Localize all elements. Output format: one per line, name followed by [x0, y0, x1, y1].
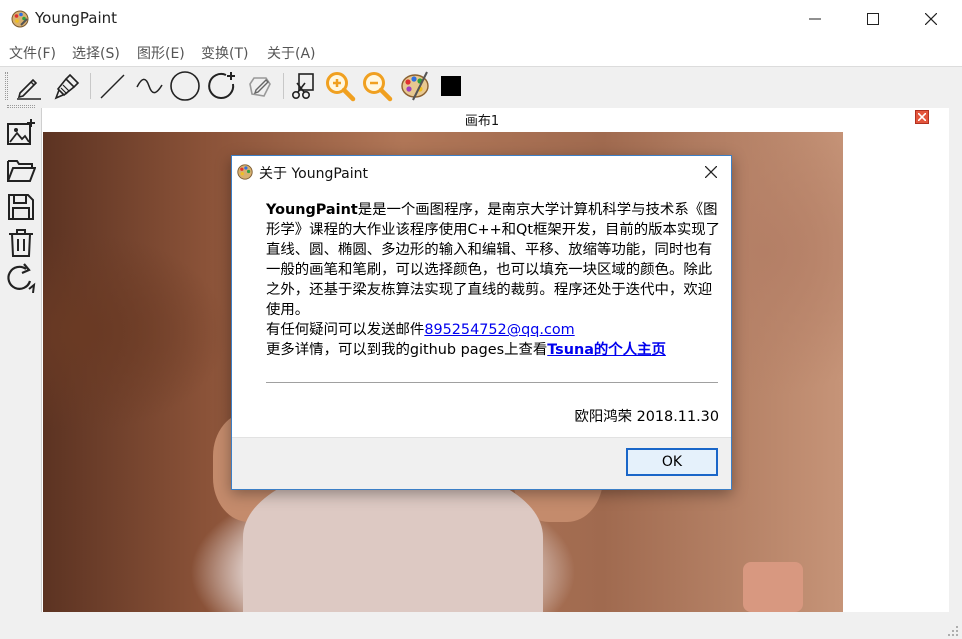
close-icon [918, 113, 926, 121]
title-bar: YoungPaint [0, 0, 962, 38]
open-file-button[interactable] [4, 153, 38, 187]
toolbar-separator [90, 73, 91, 99]
window-title: YoungPaint [35, 9, 118, 27]
description-text: 是是一个画图程序，是南京大学计算机科学与技术系《图形学》课程的大作业该程序使用C… [266, 202, 721, 318]
contact-prefix: 有任何疑问可以发送邮件 [266, 322, 425, 338]
toolbar-grip[interactable] [5, 72, 8, 100]
dialog-divider [266, 382, 718, 383]
line-tool-button[interactable] [95, 69, 129, 103]
palette-button[interactable] [398, 69, 432, 103]
menu-select[interactable]: 选择(S) [72, 43, 120, 63]
save-button[interactable] [4, 190, 38, 224]
menu-shape[interactable]: 图形(E) [137, 43, 185, 63]
menu-transform[interactable]: 变换(T) [201, 43, 248, 63]
save-icon [8, 194, 34, 220]
menu-about[interactable]: 关于(A) [267, 43, 316, 63]
app-name: YoungPaint [266, 202, 358, 218]
palette-icon [401, 71, 429, 101]
zoom-in-icon [326, 72, 356, 102]
resize-grip[interactable] [946, 623, 960, 637]
dialog-title-bar[interactable]: 关于 YoungPaint [232, 156, 731, 188]
open-folder-icon [7, 160, 36, 182]
about-dialog: 关于 YoungPaint YoungPaint是是一个画图程序，是南京大学计算… [231, 155, 732, 490]
pencil-tool-button[interactable] [12, 69, 46, 103]
minimize-icon [809, 18, 821, 20]
brush-icon [54, 73, 80, 100]
rotate-button[interactable] [4, 261, 38, 295]
contact-line: 有任何疑问可以发送邮件895254752@qq.com [266, 320, 721, 340]
description-paragraph: YoungPaint是是一个画图程序，是南京大学计算机科学与技术系《图形学》课程… [266, 200, 721, 320]
curve-tool-button[interactable] [132, 69, 166, 103]
zoom-out-button[interactable] [360, 69, 394, 103]
dialog-close-button[interactable] [700, 161, 722, 183]
zoom-in-button[interactable] [323, 69, 357, 103]
curve-icon [136, 78, 163, 94]
circle-icon [170, 71, 200, 101]
resize-grip-icon [948, 626, 958, 636]
toolbar-separator [283, 73, 284, 99]
email-link[interactable]: 895254752@qq.com [424, 322, 574, 338]
app-logo-icon [10, 9, 30, 29]
side-toolbar-grip[interactable] [7, 105, 35, 108]
menu-bar: 文件(F) 选择(S) 图形(E) 变换(T) 关于(A) [0, 38, 962, 66]
new-image-icon [7, 119, 35, 145]
close-icon [705, 166, 717, 178]
main-toolbar [0, 66, 962, 104]
dialog-title: 关于 YoungPaint [259, 166, 368, 182]
menu-file[interactable]: 文件(F) [9, 43, 56, 63]
pencil-icon [17, 78, 41, 100]
close-icon [925, 13, 937, 25]
dialog-body: YoungPaint是是一个画图程序，是南京大学计算机科学与技术系《图形学》课程… [266, 200, 721, 360]
vertical-scrollbar[interactable] [949, 108, 962, 612]
rotate-icon [7, 263, 36, 293]
add-shape-icon [208, 72, 235, 99]
line-icon [100, 74, 125, 99]
minimize-button[interactable] [786, 0, 844, 38]
status-bar [0, 614, 962, 639]
document-close-button[interactable] [915, 110, 929, 124]
app-logo-icon [236, 163, 254, 181]
more-prefix: 更多详情，可以到我的github pages上查看 [266, 342, 548, 358]
ok-button[interactable]: OK [626, 448, 718, 476]
document-tab-title[interactable]: 画布1 [42, 110, 922, 129]
more-info-line: 更多详情，可以到我的github pages上查看Tsuna的个人主页 [266, 340, 721, 360]
trash-icon [9, 229, 33, 257]
color-swatch-icon [441, 76, 461, 96]
edit-shape-tool-button[interactable] [243, 69, 277, 103]
image-region [743, 562, 803, 612]
window-close-button[interactable] [902, 0, 960, 38]
brush-tool-button[interactable] [50, 69, 84, 103]
edit-shape-icon [249, 77, 271, 97]
side-toolbar [0, 104, 41, 614]
circle-tool-button[interactable] [168, 69, 202, 103]
ellipse-add-tool-button[interactable] [205, 69, 239, 103]
homepage-link[interactable]: Tsuna的个人主页 [547, 342, 666, 358]
delete-button[interactable] [4, 226, 38, 260]
dialog-footer: OK [232, 437, 731, 489]
maximize-icon [867, 13, 879, 25]
clip-tool-button[interactable] [287, 69, 321, 103]
signature: 欧阳鸿荣 2018.11.30 [574, 409, 719, 425]
zoom-out-icon [363, 72, 393, 102]
maximize-button[interactable] [844, 0, 902, 38]
current-color-swatch[interactable] [434, 69, 468, 103]
scissors-icon [291, 73, 314, 99]
new-canvas-button[interactable] [4, 116, 38, 150]
